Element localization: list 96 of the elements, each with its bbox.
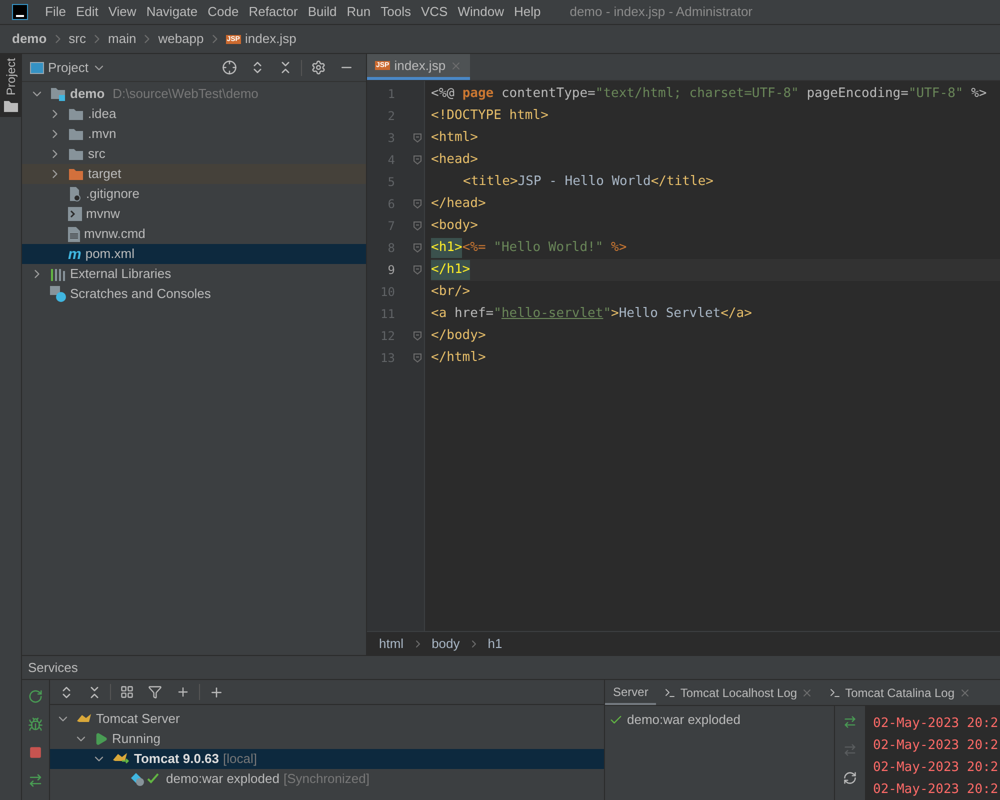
tree-item[interactable]: mvnw.cmd	[22, 224, 366, 244]
code-line: <title>JSP - Hello World</title>	[462, 173, 714, 192]
folder-icon	[68, 167, 84, 181]
code-line: <h1><%= "Hello World!" %>	[431, 237, 1000, 259]
terminal-icon	[68, 207, 82, 221]
folder-icon	[68, 147, 84, 161]
tree-item[interactable]: External Libraries	[22, 264, 366, 284]
code-line: </body>	[431, 327, 487, 346]
breadcrumb-item[interactable]: demo	[12, 29, 47, 49]
log-tab[interactable]: Server	[605, 680, 656, 705]
tab-label: Tomcat Catalina Log	[845, 684, 954, 702]
line-number: 9	[386, 262, 396, 279]
window-title: demo - index.jsp - Administrator	[570, 3, 753, 22]
console-icon	[829, 686, 842, 698]
log-line: 02-May-2023 20:2	[873, 737, 1000, 755]
menu-item[interactable]: Window	[452, 2, 509, 22]
play-icon	[94, 732, 108, 746]
tomcat-icon	[76, 713, 92, 725]
breadcrumb-item[interactable]: src	[68, 29, 86, 49]
breadcrumb-item[interactable]: main	[108, 29, 136, 49]
menu-item[interactable]: Help	[508, 2, 546, 22]
service-tree-item[interactable]: Tomcat 9.0.63 [local]	[50, 749, 604, 769]
path-hint: D:\source\WebTest\demo	[112, 85, 258, 104]
breadcrumb-item[interactable]: index.jsp	[244, 29, 296, 49]
tree-item[interactable]: m pom.xml	[22, 244, 366, 264]
panel-icon	[30, 62, 44, 74]
file-icon	[68, 226, 80, 242]
menu-item[interactable]: View	[103, 2, 142, 22]
project-tool-tab[interactable]: Project	[0, 54, 21, 118]
code-line: <head>	[431, 151, 479, 170]
tree-item[interactable]: .idea	[22, 104, 366, 124]
log-line: 02-May-2023 20:2	[873, 759, 1000, 777]
tree-item[interactable]: src	[22, 144, 366, 164]
tree-item[interactable]: demo D:\source\WebTest\demo	[22, 84, 366, 104]
console-icon	[664, 686, 676, 698]
code-line: <html>	[431, 129, 479, 148]
close-icon	[450, 60, 462, 72]
tab-label: Tomcat Localhost Log	[680, 684, 798, 702]
fold-icon	[413, 243, 422, 253]
fold-icon	[413, 221, 422, 231]
close-icon	[958, 686, 970, 698]
ignored-file-icon	[68, 186, 82, 202]
code-line: <a href="hello-servlet">Hello Servlet</a>	[431, 305, 753, 324]
menu-item[interactable]: VCS	[416, 2, 453, 22]
tree-item[interactable]: .gitignore	[22, 184, 366, 204]
tag-path-item[interactable]: html	[379, 634, 404, 654]
deployment-item[interactable]: demo:war exploded	[627, 710, 740, 730]
libraries-icon	[50, 267, 66, 281]
service-tree-item[interactable]: Running	[50, 729, 604, 749]
code-line: <br/>	[431, 283, 472, 302]
log-tab[interactable]: Tomcat Catalina Log	[821, 680, 978, 705]
menu-item[interactable]: Navigate	[141, 2, 203, 22]
code-line: </head>	[431, 195, 487, 214]
status-hint: [local]	[223, 750, 257, 768]
log-line: 02-May-2023 20:2	[873, 715, 1000, 733]
code-line: <body>	[431, 217, 479, 236]
menu-item[interactable]: Run	[342, 2, 376, 22]
breadcrumb-item[interactable]: webapp	[158, 29, 204, 49]
tree-item[interactable]: target	[22, 164, 366, 184]
menu-item[interactable]: File	[40, 2, 71, 22]
fold-icon	[413, 133, 422, 143]
service-tree-item[interactable]: demo:war exploded [Synchronized]	[50, 769, 604, 789]
fold-icon	[413, 353, 422, 363]
tag-path-item[interactable]: h1	[488, 634, 502, 654]
folder-icon	[2, 99, 18, 114]
app-logo	[12, 4, 28, 20]
tab-label: Server	[613, 684, 648, 700]
scratches-icon	[50, 286, 66, 302]
tree-item[interactable]: Scratches and Consoles	[22, 284, 366, 304]
service-tree-item[interactable]: Tomcat Server	[50, 709, 604, 729]
code-line: <!DOCTYPE html>	[431, 107, 550, 126]
fold-icon	[413, 199, 422, 209]
panel-title[interactable]: Project	[48, 58, 88, 78]
menu-item[interactable]: Build	[302, 2, 342, 22]
log-tab[interactable]: Tomcat Localhost Log	[656, 680, 822, 705]
menu-item[interactable]: Tools	[376, 2, 416, 22]
menu-item[interactable]: Refactor	[244, 2, 303, 22]
fold-icon	[413, 331, 422, 341]
folder-icon	[68, 107, 84, 121]
tree-item[interactable]: .mvn	[22, 124, 366, 144]
folder-icon	[68, 127, 84, 141]
maven-icon: m	[68, 246, 82, 262]
menu-item[interactable]: Code	[202, 2, 244, 22]
log-line: 02-May-2023 20:2	[873, 781, 1000, 799]
module-folder-icon	[50, 86, 66, 102]
status-hint: [Synchronized]	[283, 770, 370, 788]
close-icon	[801, 686, 814, 698]
menu-item[interactable]: Edit	[70, 2, 104, 22]
tag-path-item[interactable]: body	[432, 634, 460, 654]
tree-item[interactable]: mvnw	[22, 204, 366, 224]
code-line: <%@ page contentType="text/html; charset=UTF-8" pageEncoding="UTF-8" %>	[431, 85, 988, 104]
tomcat-icon	[112, 752, 130, 766]
fold-icon	[413, 155, 422, 165]
code-line: </html>	[431, 349, 487, 368]
fold-icon	[413, 265, 422, 275]
panel-title: Services	[28, 658, 78, 677]
